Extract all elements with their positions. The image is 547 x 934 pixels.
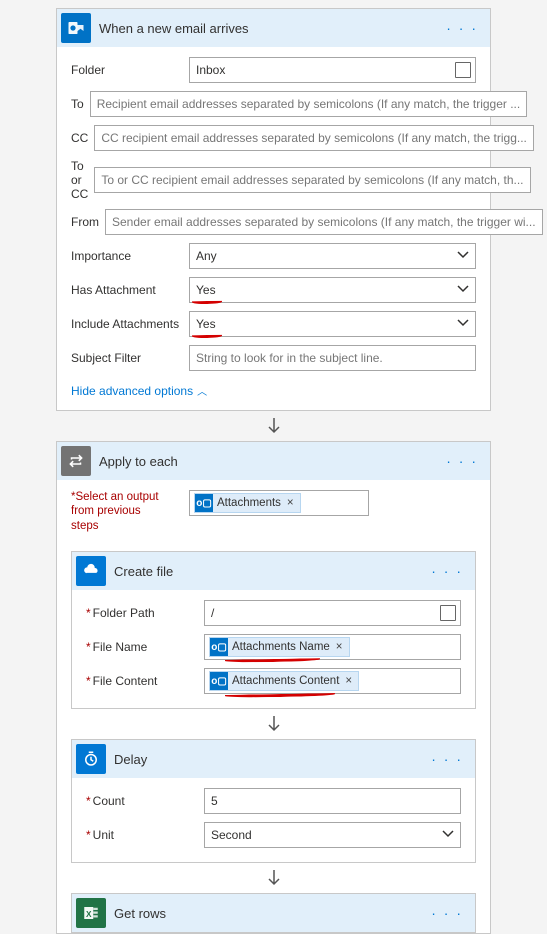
folderpath-input[interactable]: /: [204, 600, 461, 626]
folderpath-label: Folder Path: [86, 606, 204, 620]
importance-select[interactable]: Any: [189, 243, 476, 269]
count-label: Count: [86, 794, 204, 808]
trigger-title: When a new email arrives: [91, 21, 434, 36]
cc-row: CC CC recipient email addresses separate…: [71, 125, 476, 151]
excel-icon: X: [76, 898, 106, 928]
annotation-mark: [192, 334, 222, 339]
includeatt-select[interactable]: Yes: [189, 311, 476, 337]
apply-to-each-title: Apply to each: [91, 454, 434, 469]
to-input[interactable]: Recipient email addresses separated by s…: [90, 91, 528, 117]
toorcc-input[interactable]: To or CC recipient email addresses separ…: [94, 167, 530, 193]
delay-header[interactable]: Delay · · ·: [72, 740, 475, 778]
apply-to-each-header[interactable]: Apply to each · · ·: [57, 442, 490, 480]
importance-label: Importance: [71, 249, 189, 263]
chevron-down-icon: [457, 249, 469, 264]
subject-label: Subject Filter: [71, 351, 189, 365]
create-file-header[interactable]: Create file · · ·: [72, 552, 475, 590]
filename-label: File Name: [86, 640, 204, 654]
from-row: From Sender email addresses separated by…: [71, 209, 476, 235]
create-file-card: Create file · · · Folder Path / File Nam…: [71, 551, 476, 709]
delay-title: Delay: [106, 752, 419, 767]
folderpath-row: Folder Path /: [86, 600, 461, 626]
timer-icon: [76, 744, 106, 774]
apply-to-each-card: Apply to each · · · *Select an output fr…: [56, 441, 491, 934]
remove-token-icon[interactable]: ×: [343, 675, 358, 687]
cc-input[interactable]: CC recipient email addresses separated b…: [94, 125, 534, 151]
chevron-up-icon: ︿: [197, 383, 207, 398]
get-rows-header[interactable]: X Get rows · · ·: [72, 894, 475, 932]
filecontent-tokenbox[interactable]: o▢ Attachments Content ×: [204, 668, 461, 694]
get-rows-title: Get rows: [106, 906, 419, 921]
chevron-down-icon: [442, 828, 454, 843]
onedrive-icon: [76, 556, 106, 586]
from-label: From: [71, 215, 105, 229]
apply-to-each-menu-button[interactable]: · · ·: [434, 453, 490, 469]
create-file-title: Create file: [106, 564, 419, 579]
annotation-mark: [225, 692, 335, 698]
to-label: To: [71, 97, 90, 111]
remove-token-icon[interactable]: ×: [285, 497, 300, 509]
select-output-tokenbox[interactable]: o▢ Attachments ×: [189, 490, 369, 516]
unit-label: Unit: [86, 828, 204, 842]
delay-card: Delay · · · Count 5 Unit Second: [71, 739, 476, 863]
folder-label: Folder: [71, 63, 189, 77]
attachments-name-token[interactable]: o▢ Attachments Name ×: [209, 637, 350, 657]
folder-picker-icon[interactable]: [440, 605, 456, 621]
folder-input[interactable]: Inbox: [189, 57, 476, 83]
trigger-card: When a new email arrives · · · Folder In…: [56, 8, 491, 411]
unit-row: Unit Second: [86, 822, 461, 848]
create-file-menu-button[interactable]: · · ·: [419, 563, 475, 579]
count-row: Count 5: [86, 788, 461, 814]
folder-row: Folder Inbox: [71, 57, 476, 83]
outlook-icon: o▢: [210, 672, 228, 690]
folder-picker-icon[interactable]: [455, 62, 471, 78]
connector-arrow: [0, 417, 547, 435]
toorcc-label: To or CC: [71, 159, 94, 201]
hasattachment-label: Has Attachment: [71, 283, 189, 297]
remove-token-icon[interactable]: ×: [334, 641, 349, 653]
connector-arrow: [71, 715, 476, 733]
chevron-down-icon: [457, 283, 469, 298]
annotation-mark: [192, 300, 222, 305]
unit-select[interactable]: Second: [204, 822, 461, 848]
hasattachment-select[interactable]: Yes: [189, 277, 476, 303]
get-rows-menu-button[interactable]: · · ·: [419, 905, 475, 921]
from-input[interactable]: Sender email addresses separated by semi…: [105, 209, 543, 235]
filename-row: File Name o▢ Attachments Name ×: [86, 634, 461, 660]
attachments-content-token[interactable]: o▢ Attachments Content ×: [209, 671, 359, 691]
trigger-menu-button[interactable]: · · ·: [434, 20, 490, 36]
svg-text:X: X: [86, 910, 92, 919]
includeatt-row: Include Attachments Yes: [71, 311, 476, 337]
subject-row: Subject Filter String to look for in the…: [71, 345, 476, 371]
includeatt-label: Include Attachments: [71, 317, 189, 331]
hasattachment-row: Has Attachment Yes: [71, 277, 476, 303]
chevron-down-icon: [457, 317, 469, 332]
outlook-icon: [61, 13, 91, 43]
attachments-token[interactable]: o▢ Attachments ×: [194, 493, 301, 513]
filecontent-label: File Content: [86, 674, 204, 688]
outlook-icon: o▢: [195, 494, 213, 512]
hide-advanced-link[interactable]: Hide advanced options ︿: [71, 383, 207, 398]
filecontent-row: File Content o▢ Attachments Content ×: [86, 668, 461, 694]
annotation-mark: [225, 657, 320, 663]
select-output-label: *Select an output from previous steps: [71, 490, 167, 533]
get-rows-card: X Get rows · · ·: [71, 893, 476, 933]
count-input[interactable]: 5: [204, 788, 461, 814]
cc-label: CC: [71, 131, 94, 145]
filename-tokenbox[interactable]: o▢ Attachments Name ×: [204, 634, 461, 660]
connector-arrow: [71, 869, 476, 887]
delay-menu-button[interactable]: · · ·: [419, 751, 475, 767]
select-output-row: *Select an output from previous steps o▢…: [71, 490, 476, 533]
importance-row: Importance Any: [71, 243, 476, 269]
trigger-header[interactable]: When a new email arrives · · ·: [57, 9, 490, 47]
outlook-icon: o▢: [210, 638, 228, 656]
to-row: To Recipient email addresses separated b…: [71, 91, 476, 117]
loop-icon: [61, 446, 91, 476]
subject-input[interactable]: String to look for in the subject line.: [189, 345, 476, 371]
toorcc-row: To or CC To or CC recipient email addres…: [71, 159, 476, 201]
